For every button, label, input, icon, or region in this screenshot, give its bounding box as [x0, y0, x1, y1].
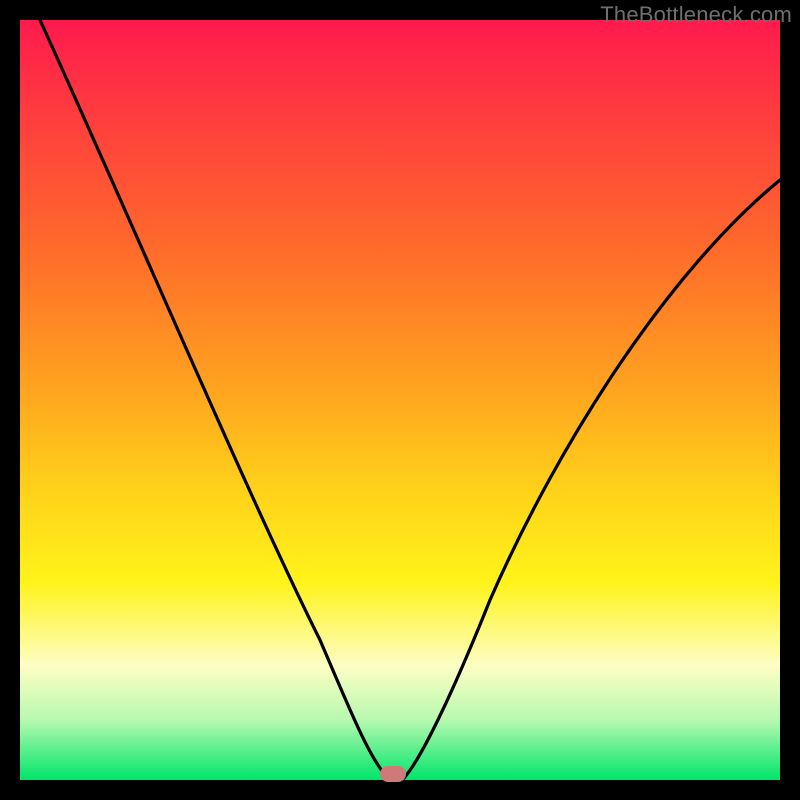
bottleneck-curve	[20, 20, 780, 780]
plot-area	[20, 20, 780, 780]
chart-frame: TheBottleneck.com	[0, 0, 800, 800]
